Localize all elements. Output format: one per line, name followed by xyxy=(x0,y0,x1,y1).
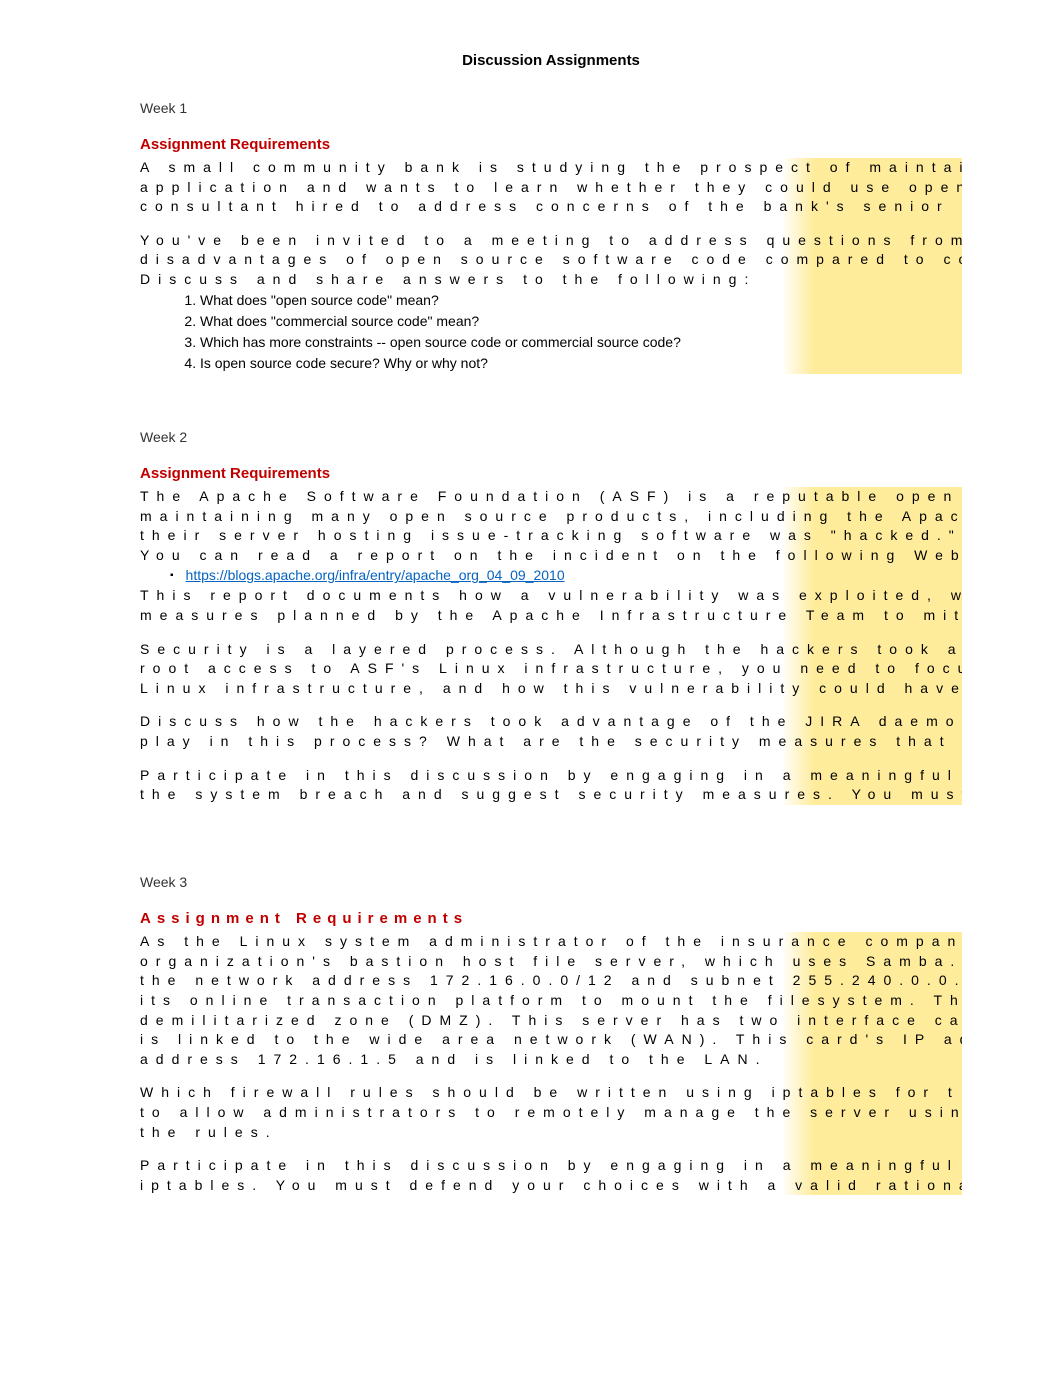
week-3-para-line: the rules. xyxy=(140,1123,962,1143)
week-2-para-line: their server hosting issue-tracking soft… xyxy=(140,526,962,546)
week-3-para-line: Participate in this discussion by engagi… xyxy=(140,1156,962,1176)
week-2-para-line: measures planned by the Apache Infrastru… xyxy=(140,606,962,626)
week-2-para-line: Participate in this discussion by engagi… xyxy=(140,766,962,786)
week-2-requirements-header: Assignment Requirements xyxy=(140,463,962,486)
page-title: Discussion Assignments xyxy=(140,50,962,73)
week-3-para-line: to allow administrators to remotely mana… xyxy=(140,1103,962,1123)
week-1-question-list: What does "open source code" mean? What … xyxy=(180,290,962,374)
week-2-para-line: the system breach and suggest security m… xyxy=(140,785,962,805)
week-3-para-line: the network address 172.16.0.0/12 and su… xyxy=(140,971,962,991)
week-2-link-list: https://blogs.apache.org/infra/entry/apa… xyxy=(170,565,962,586)
list-item: Which has more constraints -- open sourc… xyxy=(200,332,962,353)
week-1-para-line: Discuss and share answers to the followi… xyxy=(140,270,962,290)
week-3-para-line: address 172.16.1.5 and is linked to the … xyxy=(140,1050,962,1070)
week-2-para-line: You can read a report on the incident on… xyxy=(140,546,962,566)
week-3-para-line: is linked to the wide area network (WAN)… xyxy=(140,1030,962,1050)
week-2-para-line: maintaining many open source products, i… xyxy=(140,507,962,527)
week-2-para-line: root access to ASF's Linux infrastructur… xyxy=(140,659,962,679)
week-3-para-line: iptables. You must defend your choices w… xyxy=(140,1176,962,1196)
week-2-para-line: Security is a layered process. Although … xyxy=(140,640,962,660)
list-item: What does "open source code" mean? xyxy=(200,290,962,311)
list-item: Is open source code secure? Why or why n… xyxy=(200,353,962,374)
week-1-requirements-header: Assignment Requirements xyxy=(140,134,962,157)
apache-incident-link[interactable]: https://blogs.apache.org/infra/entry/apa… xyxy=(186,567,565,583)
list-item: What does "commercial source code" mean? xyxy=(200,311,962,332)
week-1-para-line: You've been invited to a meeting to addr… xyxy=(140,231,962,251)
week-2-para-line: Discuss how the hackers took advantage o… xyxy=(140,712,962,732)
week-2-para-line: play in this process? What are the secur… xyxy=(140,732,962,752)
week-3-para-line: its online transaction platform to mount… xyxy=(140,991,962,1011)
week-3-requirements-header: Assignment Requirements xyxy=(140,908,962,931)
week-1-para-line: application and wants to learn whether t… xyxy=(140,178,962,198)
week-1-para-line: disadvantages of open source software co… xyxy=(140,250,962,270)
week-3-para-line: organization's bastion host file server,… xyxy=(140,952,962,972)
week-3-label: Week 3 xyxy=(140,872,962,893)
week-3-para-line: Which firewall rules should be written u… xyxy=(140,1083,962,1103)
week-1-para-line: A small community bank is studying the p… xyxy=(140,158,962,178)
week-2-para-line: The Apache Software Foundation (ASF) is … xyxy=(140,487,962,507)
week-2-para-line: This report documents how a vulnerabilit… xyxy=(140,586,962,606)
week-1-para-line: consultant hired to address concerns of … xyxy=(140,197,962,217)
list-item: https://blogs.apache.org/infra/entry/apa… xyxy=(170,565,962,586)
week-2-para-line: Linux infrastructure, and how this vulne… xyxy=(140,679,962,699)
week-1-label: Week 1 xyxy=(140,98,962,119)
week-2-label: Week 2 xyxy=(140,427,962,448)
week-3-para-line: As the Linux system administrator of the… xyxy=(140,932,962,952)
week-3-para-line: demilitarized zone (DMZ). This server ha… xyxy=(140,1011,962,1031)
